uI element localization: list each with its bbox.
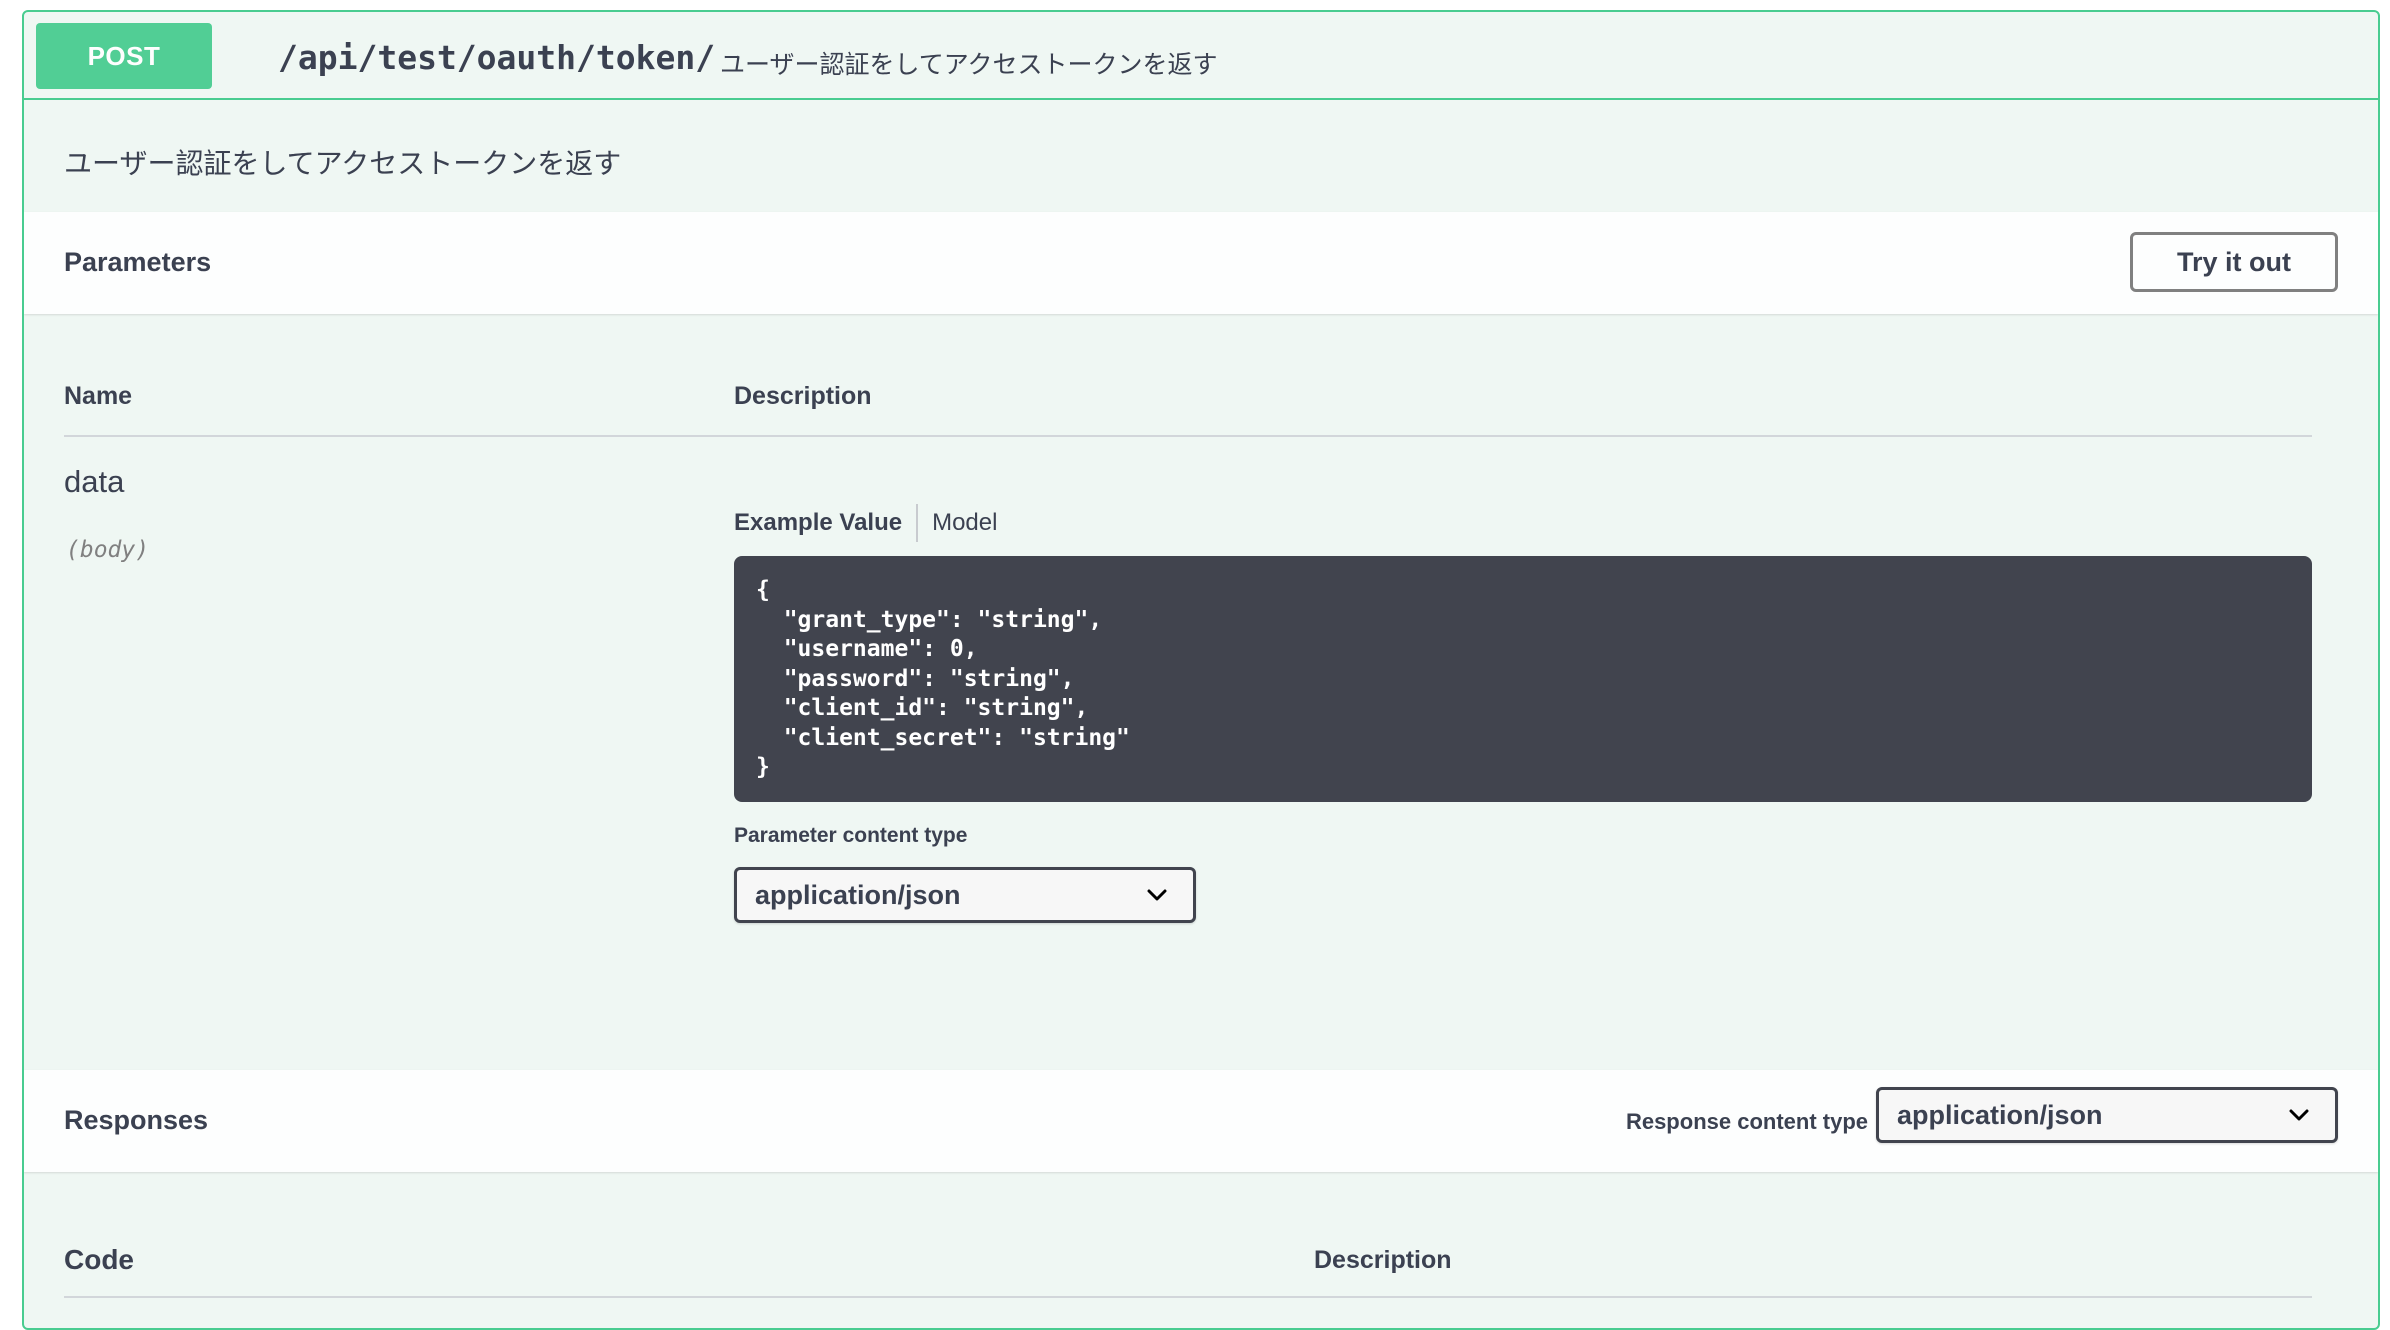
operation-block-post-token: POST /api/test/oauth/token/ ユーザー認証をしてアクセ… (22, 10, 2380, 1330)
parameters-col-name: Name (64, 382, 133, 410)
response-content-type-label: Response content type (1625, 1109, 1868, 1134)
try-it-out-button[interactable]: Try it out (2130, 232, 2338, 292)
operation-description: ユーザー認証をしてアクセストークンを返す (64, 148, 622, 179)
tab-example-value[interactable]: Example Value (734, 509, 916, 537)
chevron-down-icon (1147, 889, 1167, 901)
method-badge: POST (36, 23, 212, 89)
parameter-content-type-label: Parameter content type (734, 824, 968, 847)
responses-title: Responses (64, 1105, 209, 1135)
response-content-type-select[interactable]: application/json (1876, 1087, 2338, 1143)
response-content-type-value: application/json (1897, 1099, 2103, 1130)
parameters-table-divider (64, 435, 2312, 437)
chevron-down-icon (2289, 1109, 2309, 1121)
parameter-location: (body) (66, 537, 150, 563)
operation-summary[interactable]: POST /api/test/oauth/token/ ユーザー認証をしてアクセ… (24, 12, 2378, 100)
parameters-col-description: Description (734, 382, 872, 410)
parameters-title: Parameters (64, 247, 212, 277)
responses-col-code: Code (64, 1244, 134, 1275)
responses-col-description: Description (1314, 1246, 1452, 1274)
parameter-content-type-select[interactable]: application/json (734, 867, 1196, 923)
parameter-name: data (64, 464, 125, 499)
parameter-content-type-value: application/json (755, 879, 961, 910)
operation-summary-description: ユーザー認証をしてアクセストークンを返す (720, 51, 1218, 79)
tab-model[interactable]: Model (918, 509, 997, 537)
operation-path: /api/test/oauth/token/ (278, 38, 716, 77)
example-value-code: { "grant_type": "string", "username": 0,… (734, 556, 2312, 802)
example-model-tabs: Example Value Model (734, 504, 997, 542)
parameters-header: Parameters Try it out (24, 212, 2378, 314)
responses-table-divider (64, 1296, 2312, 1298)
responses-header: Responses Response content type applicat… (24, 1070, 2378, 1172)
